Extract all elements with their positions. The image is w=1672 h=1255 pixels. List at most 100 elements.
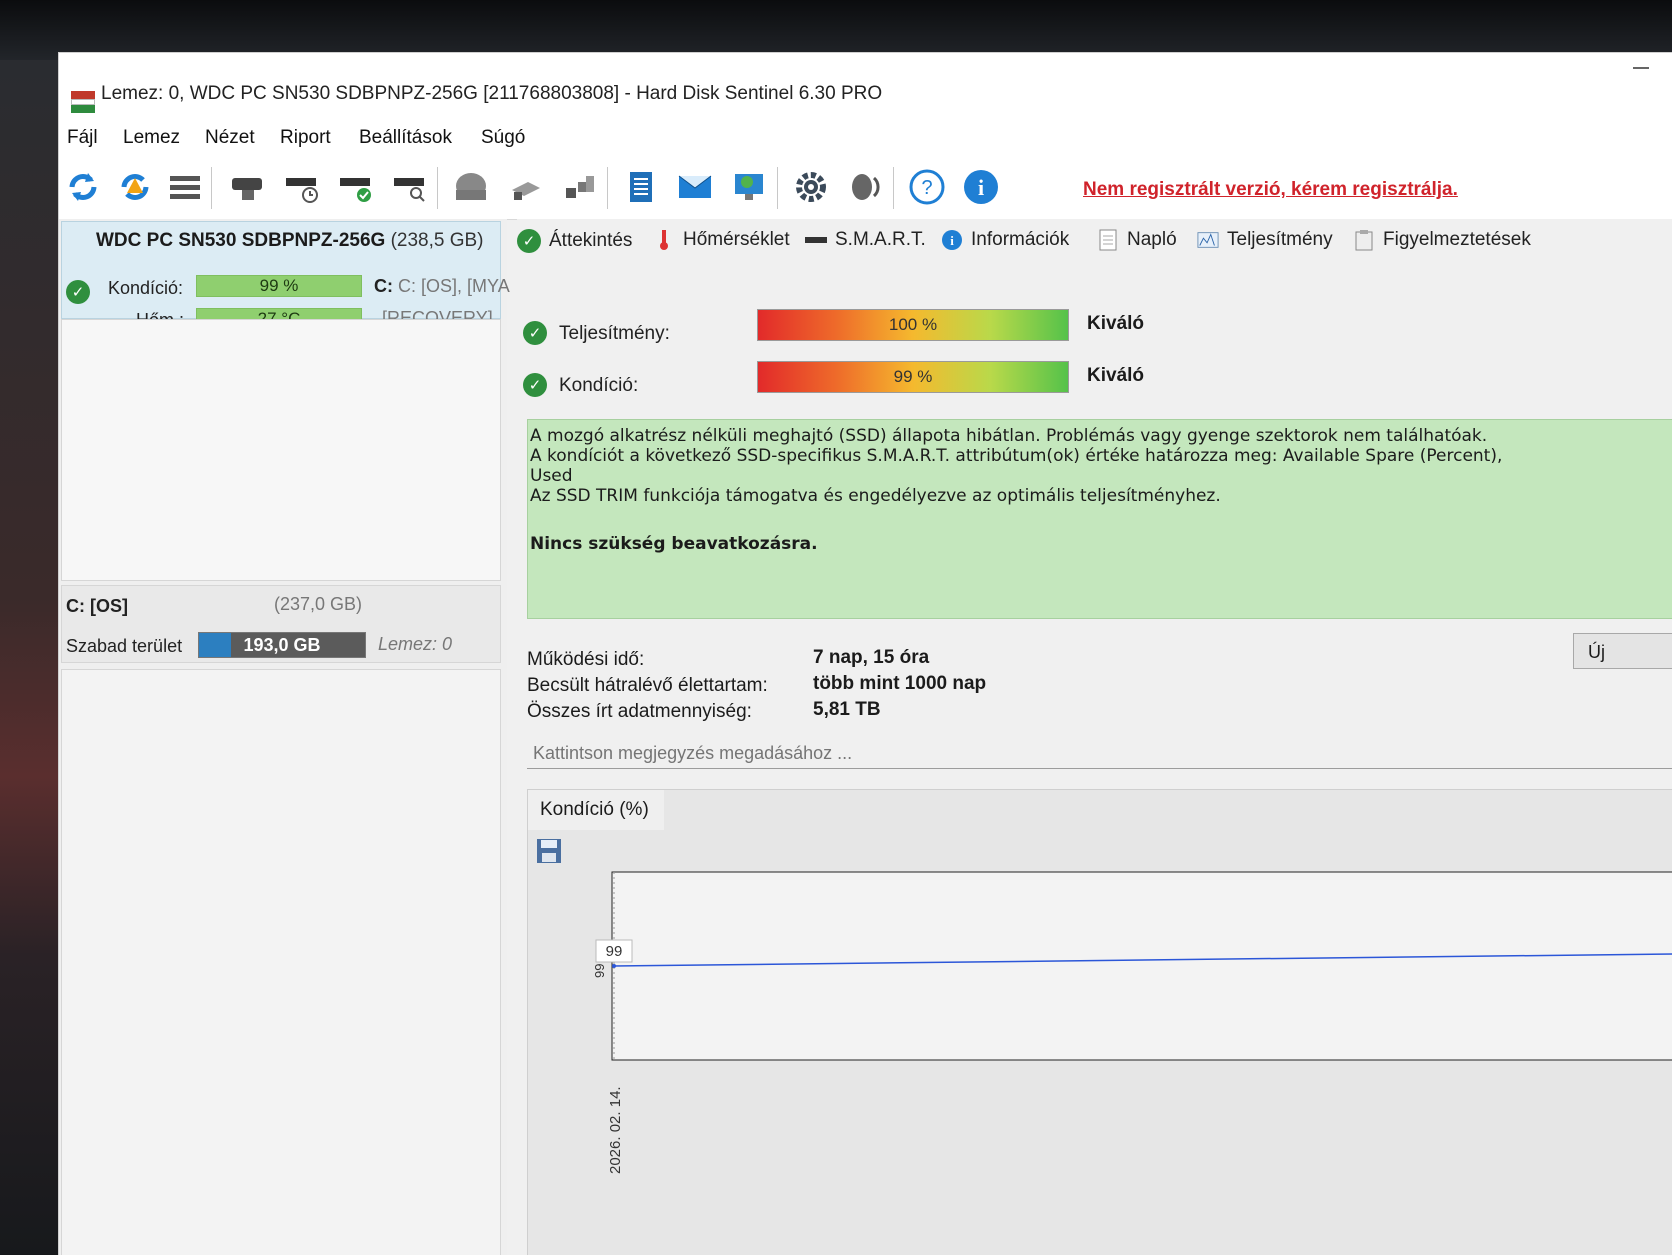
info-icon: i xyxy=(941,229,963,251)
monitor-icon[interactable] xyxy=(729,167,769,207)
note-input[interactable] xyxy=(527,739,1672,769)
left-panel: WDC PC SN530 SDBPNPZ-256G (238,5 GB) ✓ K… xyxy=(59,219,510,1255)
disk-card[interactable]: WDC PC SN530 SDBPNPZ-256G (238,5 GB) ✓ K… xyxy=(61,221,510,330)
disk-list-blank xyxy=(61,319,501,581)
main-area: ✓ Áttekintés Hőmérséklet S.M.A.R.T. i In… xyxy=(517,219,1672,1255)
condition-label: Kondíció: xyxy=(108,278,184,298)
free-space-bar: 193,0 GB xyxy=(198,632,366,658)
register-link[interactable]: Nem regisztrált verzió, kérem regisztrál… xyxy=(1083,179,1458,201)
condition-ok-icon: ✓ xyxy=(66,280,90,304)
volume-disk-ref: Lemez: 0 xyxy=(378,634,453,654)
disk-check-icon[interactable] xyxy=(335,167,375,207)
window-title: Lemez: 0, WDC PC SN530 SDBPNPZ-256G [211… xyxy=(101,83,883,104)
status-line: A mozgó alkatrész nélküli meghajtó (SSD)… xyxy=(530,426,1488,446)
toolbar-separator xyxy=(437,167,438,209)
status-line: Az SSD TRIM funkciója támogatva és enged… xyxy=(530,486,1221,506)
volume-name: C: [OS] xyxy=(66,596,128,616)
condition-minibar: 99 % xyxy=(196,275,362,297)
app-flag-icon xyxy=(71,91,95,113)
tab-label: Hőmérséklet xyxy=(683,229,790,250)
free-space-label: Szabad terület xyxy=(66,636,183,656)
condition-ok-icon: ✓ xyxy=(523,373,547,397)
settings-icon[interactable] xyxy=(791,167,831,207)
condition-gauge: 99 % xyxy=(757,361,1069,393)
disk-icon[interactable] xyxy=(227,167,267,207)
written-value: 5,81 TB xyxy=(813,699,881,720)
uptime-value: 7 nap, 15 óra xyxy=(813,647,930,668)
menu-settings[interactable]: Beállítások xyxy=(359,127,452,149)
monitor-bezel xyxy=(0,0,1672,60)
menu-file[interactable]: Fájl xyxy=(67,127,98,149)
refresh-icon[interactable] xyxy=(63,167,103,207)
menu-report[interactable]: Riport xyxy=(280,127,331,149)
status-summary: Nincs szükség beavatkozásra. xyxy=(530,534,818,554)
svg-text:?: ? xyxy=(921,177,932,199)
tab-label: Figyelmeztetések xyxy=(1383,229,1531,250)
tab-information[interactable]: i Információk xyxy=(941,229,1069,251)
tab-log[interactable]: Napló xyxy=(1097,229,1177,251)
document-icon xyxy=(1097,229,1119,251)
clipboard-icon xyxy=(1353,229,1375,251)
disk-search-icon[interactable] xyxy=(389,167,429,207)
toolbar-separator xyxy=(777,167,778,209)
toolbar-separator xyxy=(211,167,212,209)
tab-overview[interactable]: ✓ Áttekintés xyxy=(517,229,632,253)
performance-gauge: 100 % xyxy=(757,309,1069,341)
hdd-icon[interactable] xyxy=(451,167,491,207)
free-space-value: 193,0 GB xyxy=(243,635,321,655)
disk-clock-icon[interactable] xyxy=(281,167,321,207)
toolbar-separator xyxy=(607,167,608,209)
tab-alerts[interactable]: Figyelmeztetések xyxy=(1353,229,1531,251)
condition-rating: Kiváló xyxy=(1087,365,1145,386)
tab-smart[interactable]: S.M.A.R.T. xyxy=(805,229,926,251)
raid-icon[interactable] xyxy=(559,167,599,207)
network-disk-icon[interactable] xyxy=(505,167,545,207)
help-icon[interactable]: ? xyxy=(907,167,947,207)
disk-list-icon[interactable] xyxy=(165,167,205,207)
update-button[interactable]: Új xyxy=(1573,633,1672,669)
tab-label: Teljesítmény xyxy=(1227,229,1333,250)
lifetime-label: Becsült hátralévő élettartam: xyxy=(527,675,768,696)
volume-card[interactable]: C: [OS] (237,0 GB) Szabad terület 193,0 … xyxy=(61,585,501,663)
performance-ok-icon: ✓ xyxy=(523,321,547,345)
lifetime-value: több mint 1000 nap xyxy=(813,673,987,694)
title-bar: Lemez: 0, WDC PC SN530 SDBPNPZ-256G [211… xyxy=(59,53,1672,121)
tab-bar: ✓ Áttekintés Hőmérséklet S.M.A.R.T. i In… xyxy=(517,219,1672,263)
info-icon[interactable]: i xyxy=(961,167,1001,207)
status-box: A mozgó alkatrész nélküli meghajtó (SSD)… xyxy=(527,419,1672,619)
tab-label: Információk xyxy=(971,229,1070,250)
written-label: Összes írt adatmennyiség: xyxy=(527,701,752,722)
status-line: Used xyxy=(530,466,573,486)
uptime-label: Működési idő: xyxy=(527,649,645,670)
tab-temperature[interactable]: Hőmérséklet xyxy=(653,229,790,251)
tab-performance[interactable]: Teljesítmény xyxy=(1197,229,1333,251)
background-desk xyxy=(0,60,60,1254)
sound-icon[interactable] xyxy=(845,167,885,207)
thermometer-icon xyxy=(653,229,675,251)
report-icon[interactable] xyxy=(621,167,661,207)
volume-size: (237,0 GB) xyxy=(274,594,363,614)
performance-label: Teljesítmény: xyxy=(559,323,670,344)
minimize-button[interactable] xyxy=(1633,67,1649,69)
status-line: A kondíciót a következő SSD-specifikus S… xyxy=(530,446,1503,466)
menu-view[interactable]: Nézet xyxy=(205,127,255,149)
menu-help[interactable]: Súgó xyxy=(481,127,525,149)
performance-chart-icon xyxy=(1197,229,1219,251)
email-icon[interactable] xyxy=(675,167,715,207)
menu-disk[interactable]: Lemez xyxy=(123,127,180,149)
disk-size: (238,5 GB) xyxy=(390,230,484,251)
disk-title: WDC PC SN530 SDBPNPZ-256G (238,5 GB) xyxy=(96,230,484,252)
disk-name: WDC PC SN530 SDBPNPZ-256G xyxy=(96,230,386,251)
tab-label: Áttekintés xyxy=(549,230,633,251)
chart-panel: Kondíció (%) 99 99 2026. 02. 14. xyxy=(527,789,1672,1255)
condition-chart: 99 99 2026. 02. 14. xyxy=(592,871,1672,1174)
performance-value: 100 % xyxy=(888,315,938,334)
partitions-line-1: C: C: [OS], [MYA xyxy=(374,276,510,296)
point-label: 99 xyxy=(606,943,623,960)
condition-label: Kondíció: xyxy=(559,375,639,396)
data-point xyxy=(612,964,616,968)
refresh-alert-icon[interactable] xyxy=(115,167,155,207)
menu-bar: Fájl Lemez Nézet Riport Beállítások Súgó xyxy=(59,121,1672,157)
toolbar-separator xyxy=(893,167,894,209)
tab-label: Napló xyxy=(1127,229,1177,250)
